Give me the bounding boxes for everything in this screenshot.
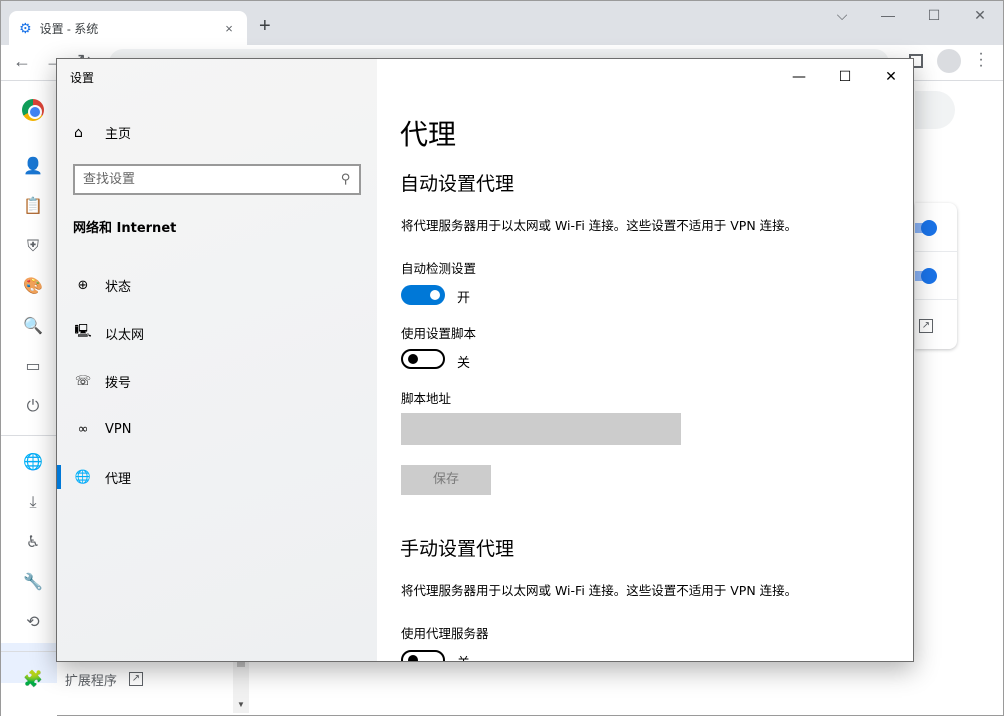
auto-proxy-heading: 自动设置代理 bbox=[400, 173, 515, 195]
search-icon[interactable]: ⚲ bbox=[341, 172, 351, 187]
windows-settings-window: 设置 ⌂ 主页 ⚲ 网络和 Internet ⊕ 状态 🖳 以太网 ☏ 拨号 ∞… bbox=[56, 58, 914, 662]
divider bbox=[1, 435, 57, 436]
proxy-globe-icon: 🌐 bbox=[74, 469, 92, 485]
toggle-knob[interactable] bbox=[921, 268, 937, 284]
setup-script-toggle[interactable] bbox=[401, 349, 445, 369]
chrome-settings-sidebar: 👤 📋 ⛨ 🎨 🔍 ▭ ⏻ 🌐 ⤓ ♿ 🔧 ⟲ bbox=[1, 81, 57, 717]
detect-settings-state: 开 bbox=[457, 291, 471, 306]
nav-label: 以太网 bbox=[105, 327, 145, 343]
search-input[interactable] bbox=[83, 172, 342, 187]
divider bbox=[915, 299, 957, 300]
vpn-icon: ∞ bbox=[77, 421, 89, 437]
new-tab-button[interactable]: + bbox=[259, 15, 271, 38]
tab-close-icon[interactable]: × bbox=[221, 21, 237, 36]
close-button[interactable]: ✕ bbox=[957, 7, 1003, 29]
close-button[interactable]: ✕ bbox=[871, 65, 911, 89]
settings-card: ↗ bbox=[915, 203, 957, 349]
menu-icon[interactable]: · · · bbox=[977, 46, 985, 74]
open-in-new-icon: ↗ bbox=[128, 672, 143, 686]
home-icon: ⌂ bbox=[74, 124, 83, 141]
nav-item-vpn[interactable]: ∞ VPN bbox=[57, 409, 377, 449]
profile-avatar[interactable] bbox=[937, 49, 961, 73]
maximize-button[interactable]: ☐ bbox=[911, 7, 957, 29]
selected-indicator bbox=[57, 465, 61, 489]
download-icon[interactable]: ⤓ bbox=[23, 493, 43, 513]
use-proxy-label: 使用代理服务器 bbox=[401, 626, 489, 641]
script-address-input[interactable] bbox=[401, 413, 681, 445]
open-in-new-icon[interactable]: ↗ bbox=[919, 319, 933, 333]
script-address-label: 脚本地址 bbox=[401, 391, 452, 406]
setup-script-label: 使用设置脚本 bbox=[401, 326, 477, 341]
divider bbox=[915, 251, 957, 252]
back-button[interactable]: ← bbox=[13, 51, 31, 72]
minimize-button[interactable]: — bbox=[779, 65, 819, 89]
proxy-page: — ☐ ✕ 代理 自动设置代理 将代理服务器用于以太网或 Wi-Fi 连接。这些… bbox=[377, 59, 913, 661]
section-title: 网络和 Internet bbox=[73, 221, 177, 236]
nav-label: 拨号 bbox=[105, 375, 132, 391]
nav-item-dialup[interactable]: ☏ 拨号 bbox=[57, 361, 377, 401]
manual-proxy-heading: 手动设置代理 bbox=[400, 538, 515, 560]
shield-icon[interactable]: ⛨ bbox=[23, 237, 43, 257]
home-label: 主页 bbox=[105, 127, 132, 142]
auto-proxy-description: 将代理服务器用于以太网或 Wi-Fi 连接。这些设置不适用于 VPN 连接。 bbox=[401, 218, 798, 233]
power-icon[interactable]: ⏻ bbox=[23, 397, 43, 417]
maximize-button[interactable]: ☐ bbox=[825, 65, 865, 89]
sidebar-scrollbar[interactable]: ▼ bbox=[233, 661, 249, 713]
chrome-logo-icon bbox=[22, 99, 44, 121]
tab-title: 设置 - 系统 bbox=[39, 21, 99, 36]
use-proxy-state: 关 bbox=[457, 652, 470, 661]
accessibility-icon[interactable]: ♿ bbox=[23, 533, 43, 553]
setup-script-state: 关 bbox=[457, 356, 471, 371]
detect-settings-label: 自动检测设置 bbox=[401, 261, 477, 276]
extensions-label: 扩展程序 bbox=[64, 672, 117, 688]
nav-item-ethernet[interactable]: 🖳 以太网 bbox=[57, 313, 377, 353]
nav-item-status[interactable]: ⊕ 状态 bbox=[57, 265, 377, 305]
tab-search-icon[interactable]: ⌵ bbox=[819, 7, 865, 29]
page-title: 代理 bbox=[400, 118, 457, 151]
manual-proxy-description: 将代理服务器用于以太网或 Wi-Fi 连接。这些设置不适用于 VPN 连接。 bbox=[401, 583, 798, 598]
tab-strip: ⚙ 设置 - 系统 × + ⌵ — ☐ ✕ bbox=[1, 1, 1003, 45]
toggle-knob bbox=[430, 290, 440, 300]
search-icon[interactable]: 🔍 bbox=[23, 317, 43, 337]
clipboard-icon[interactable]: 📋 bbox=[23, 197, 43, 217]
gear-icon: ⚙ bbox=[19, 19, 32, 36]
nav-item-proxy[interactable]: 🌐 代理 bbox=[57, 457, 377, 497]
nav-label: 代理 bbox=[105, 471, 132, 487]
divider bbox=[1, 651, 57, 652]
window-title: 设置 bbox=[70, 71, 95, 85]
puzzle-icon: 🧩 bbox=[23, 671, 43, 688]
browser-window-icon[interactable]: ▭ bbox=[23, 357, 43, 377]
toggle-knob[interactable] bbox=[921, 220, 937, 236]
tab-settings-system[interactable]: ⚙ 设置 - 系统 × bbox=[9, 11, 247, 45]
minimize-button[interactable]: — bbox=[865, 7, 911, 29]
settings-search-field[interactable] bbox=[915, 91, 955, 129]
save-button[interactable]: 保存 bbox=[401, 465, 491, 495]
toggle-knob bbox=[408, 354, 418, 364]
globe-icon[interactable]: 🌐 bbox=[23, 453, 43, 473]
wrench-icon[interactable]: 🔧 bbox=[23, 573, 43, 593]
use-proxy-toggle[interactable] bbox=[401, 650, 445, 661]
nav-label: VPN bbox=[105, 421, 132, 437]
palette-icon[interactable]: 🎨 bbox=[23, 277, 43, 297]
detect-settings-toggle[interactable] bbox=[401, 285, 445, 305]
status-globe-icon: ⊕ bbox=[77, 277, 89, 293]
settings-search-box[interactable]: ⚲ bbox=[73, 164, 361, 195]
toggle-knob bbox=[408, 655, 418, 661]
settings-nav-pane: 设置 ⌂ 主页 ⚲ 网络和 Internet ⊕ 状态 🖳 以太网 ☏ 拨号 ∞… bbox=[57, 59, 377, 661]
nav-label: 状态 bbox=[105, 279, 132, 295]
history-icon[interactable]: ⟲ bbox=[23, 613, 43, 633]
person-icon[interactable]: 👤 bbox=[23, 157, 43, 177]
scroll-down-icon[interactable]: ▼ bbox=[237, 700, 245, 709]
extensions-link[interactable]: 🧩 扩展程序 ↗ bbox=[23, 669, 143, 689]
home-link[interactable]: ⌂ 主页 bbox=[74, 123, 132, 143]
dialup-icon: ☏ bbox=[74, 373, 92, 389]
ethernet-icon: 🖳 bbox=[74, 324, 92, 339]
